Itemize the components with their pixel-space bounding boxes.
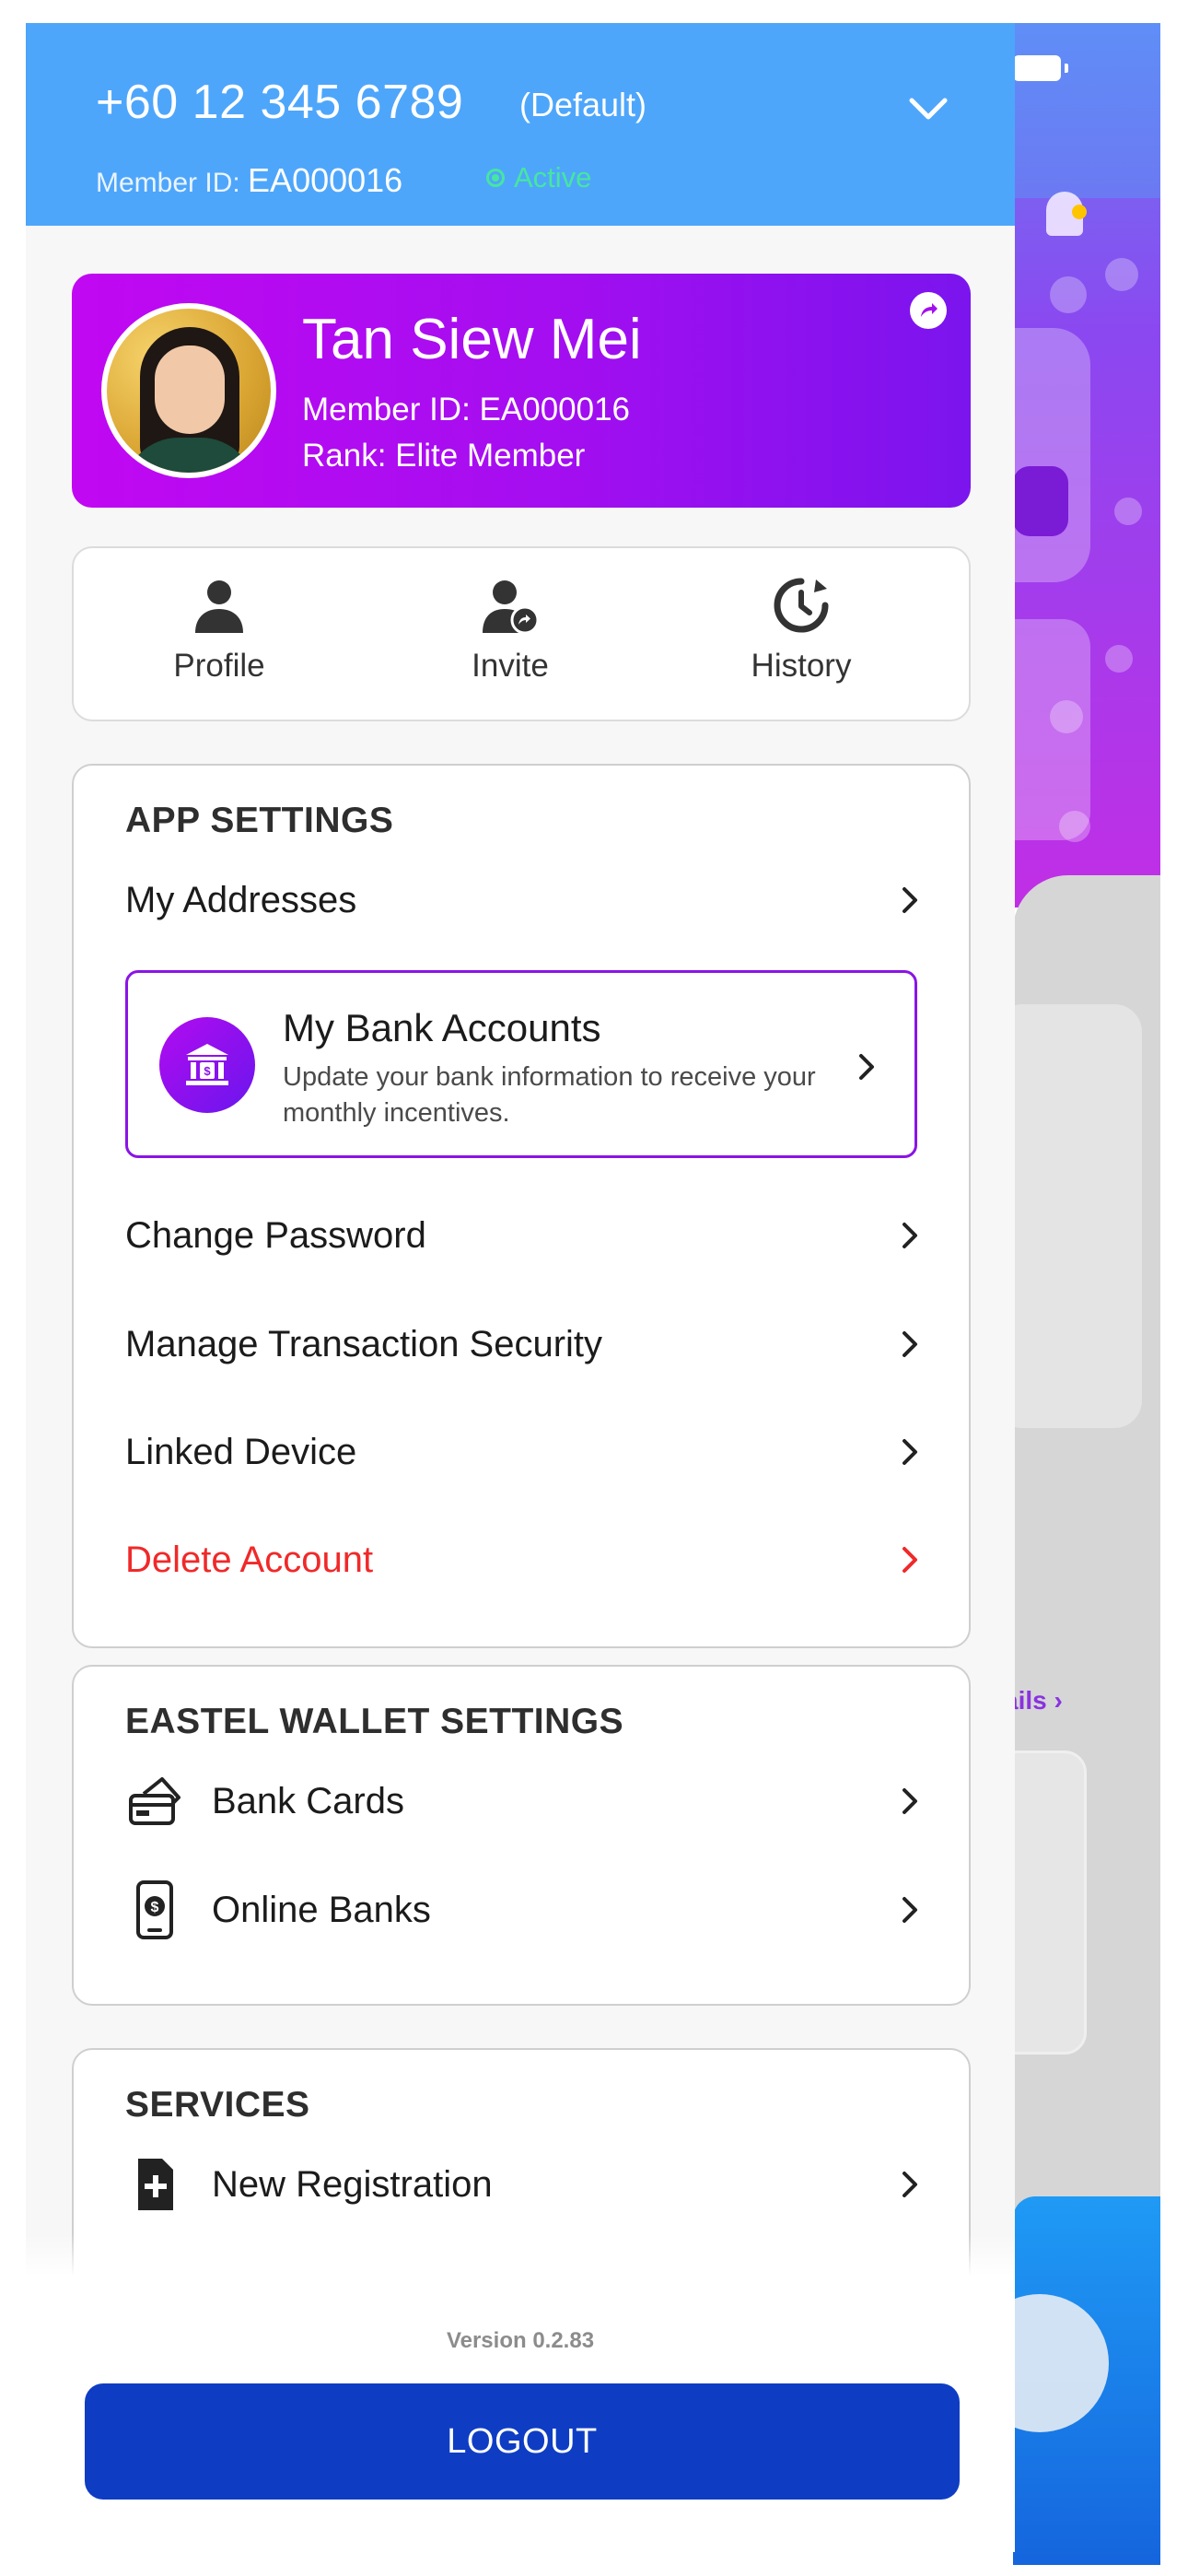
bank-cards-row[interactable]: Bank Cards: [125, 1764, 926, 1838]
drawer-footer: Version 0.2.83 LOGOUT: [26, 2275, 1015, 2552]
change-password-label: Change Password: [125, 1214, 426, 1256]
linked-device-label: Linked Device: [125, 1431, 357, 1472]
history-button[interactable]: History: [656, 548, 947, 720]
history-label: History: [751, 648, 852, 684]
member-id-value: EA000016: [248, 161, 403, 199]
chevron-right-icon: [903, 1547, 917, 1573]
invite-button[interactable]: Invite: [365, 548, 656, 720]
my-addresses-row[interactable]: My Addresses: [125, 863, 926, 937]
history-clock-icon: [774, 578, 829, 633]
svg-text:$: $: [151, 1900, 159, 1915]
transaction-security-label: Manage Transaction Security: [125, 1323, 603, 1364]
member-id-label: Member ID: EA000016: [96, 161, 403, 199]
my-addresses-label: My Addresses: [125, 879, 357, 920]
chevron-right-icon: [903, 2172, 917, 2197]
wallet-settings-card: EASTEL WALLET SETTINGS Bank Cards $ Onli…: [72, 1665, 971, 2006]
new-registration-row[interactable]: New Registration: [125, 2148, 926, 2221]
bank-cards-label: Bank Cards: [212, 1780, 404, 1821]
my-bank-accounts-title: My Bank Accounts: [283, 1006, 601, 1049]
quick-actions: Profile Invite History: [72, 546, 971, 721]
profile-label: Profile: [173, 648, 265, 684]
my-bank-accounts-row[interactable]: $ My Bank Accounts Update your bank info…: [125, 970, 917, 1158]
new-registration-label: New Registration: [212, 2163, 493, 2205]
chevron-right-icon: [859, 1054, 874, 1080]
section-title-services: SERVICES: [125, 2085, 310, 2125]
profile-card[interactable]: Tan Siew Mei Member ID: EA000016 Rank: E…: [72, 274, 971, 508]
profile-name: Tan Siew Mei: [302, 308, 642, 371]
new-registration-icon: [125, 2155, 184, 2214]
section-title-wallet-settings: EASTEL WALLET SETTINGS: [125, 1702, 624, 1741]
chevron-right-icon: [903, 1223, 917, 1248]
invite-label: Invite: [472, 648, 549, 684]
my-bank-accounts-description: Update your bank information to receive …: [283, 1062, 816, 1128]
chevron-right-icon: [903, 887, 917, 913]
bank-cards-icon: [125, 1772, 184, 1831]
online-banks-label: Online Banks: [212, 1889, 431, 1930]
side-drawer: +60 12 345 6789 (Default) Member ID: EA0…: [26, 23, 1015, 2552]
default-tag: (Default): [519, 86, 647, 123]
transaction-security-row[interactable]: Manage Transaction Security: [125, 1307, 926, 1381]
account-header[interactable]: +60 12 345 6789 (Default) Member ID: EA0…: [26, 23, 1015, 226]
avatar: [101, 303, 276, 478]
share-icon[interactable]: [910, 292, 947, 329]
person-icon: [195, 580, 243, 633]
scroll-fade: [26, 2234, 1015, 2277]
notification-dot: [1072, 205, 1087, 219]
online-banks-icon: $: [125, 1880, 184, 1939]
invite-user-icon: [483, 580, 540, 635]
online-banks-row[interactable]: $ Online Banks: [125, 1873, 926, 1947]
chevron-right-icon: [903, 1788, 917, 1814]
app-version: Version 0.2.83: [446, 2328, 595, 2353]
profile-button[interactable]: Profile: [74, 548, 365, 720]
logout-button[interactable]: LOGOUT: [85, 2383, 960, 2500]
delete-account-label: Delete Account: [125, 1539, 374, 1580]
app-settings-card: APP SETTINGS My Addresses $ My Bank Acco…: [72, 764, 971, 1648]
profile-member-id: Member ID: EA000016: [302, 392, 631, 427]
profile-rank: Rank: Elite Member: [302, 438, 586, 474]
svg-text:$: $: [204, 1064, 211, 1078]
chevron-right-icon: [903, 1331, 917, 1357]
delete-account-row[interactable]: Delete Account: [125, 1523, 926, 1597]
status-dot-icon: [486, 169, 505, 187]
chevron-right-icon: [903, 1439, 917, 1465]
bank-icon: $: [159, 1017, 255, 1113]
chevron-down-icon[interactable]: [903, 84, 954, 135]
status-badge: Active: [486, 161, 591, 194]
section-title-app-settings: APP SETTINGS: [125, 801, 394, 840]
phone-number: +60 12 345 6789: [96, 76, 464, 129]
change-password-row[interactable]: Change Password: [125, 1199, 926, 1272]
linked-device-row[interactable]: Linked Device: [125, 1415, 926, 1489]
chevron-right-icon: [903, 1897, 917, 1923]
battery-icon: [1013, 55, 1068, 81]
